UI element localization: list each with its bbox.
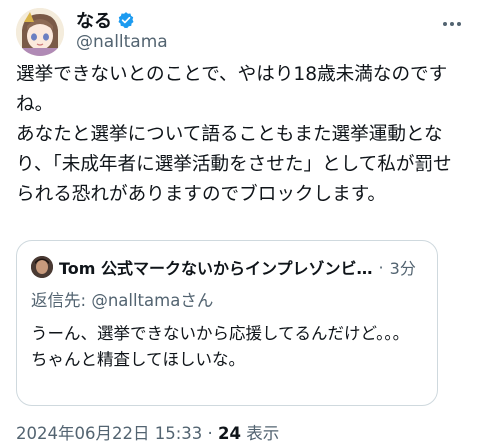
views-label: 表示	[241, 424, 280, 443]
quoted-reply-to: 返信先: @nalltamaさん	[31, 287, 213, 311]
tweet-timestamp[interactable]: 2024年06月22日 15:33	[16, 424, 202, 443]
reply-prefix: 返信先:	[31, 291, 92, 310]
quoted-tweet-text: うーん、選挙できないから応援してるんだけど。。。 ちゃんと精査してほしいな。	[31, 324, 410, 369]
meta-separator: ·	[202, 424, 219, 443]
tweet-meta: 2024年06月22日 15:33 · 24 表示	[16, 420, 279, 444]
quoted-author-name: Tom 公式マークないからインプレゾンビ…	[59, 259, 373, 278]
verified-badge-icon	[117, 11, 135, 29]
author-avatar[interactable]	[16, 8, 64, 56]
quoted-tweet-header: Tom 公式マークないからインプレゾンビ… · 3分	[31, 255, 431, 279]
author-display-name[interactable]: なる	[76, 7, 112, 33]
quoted-author-avatar	[31, 256, 53, 278]
views-count: 24	[218, 424, 241, 443]
avatar-image	[16, 8, 64, 56]
quoted-tweet[interactable]: Tom 公式マークないからインプレゾンビ… · 3分 返信先: @nalltam…	[16, 240, 438, 406]
quoted-separator: ·	[378, 257, 384, 277]
author-handle[interactable]: @nalltama	[76, 32, 168, 52]
author-name-row: なる	[76, 8, 135, 32]
tweet-text: 選挙できないとのことで、やはり18歳未満なのですね。 あなたと選挙について語るこ…	[16, 64, 452, 205]
reply-mention[interactable]: @nalltamaさん	[91, 291, 213, 310]
quoted-time: 3分	[389, 259, 416, 278]
more-options-icon[interactable]	[440, 16, 464, 32]
